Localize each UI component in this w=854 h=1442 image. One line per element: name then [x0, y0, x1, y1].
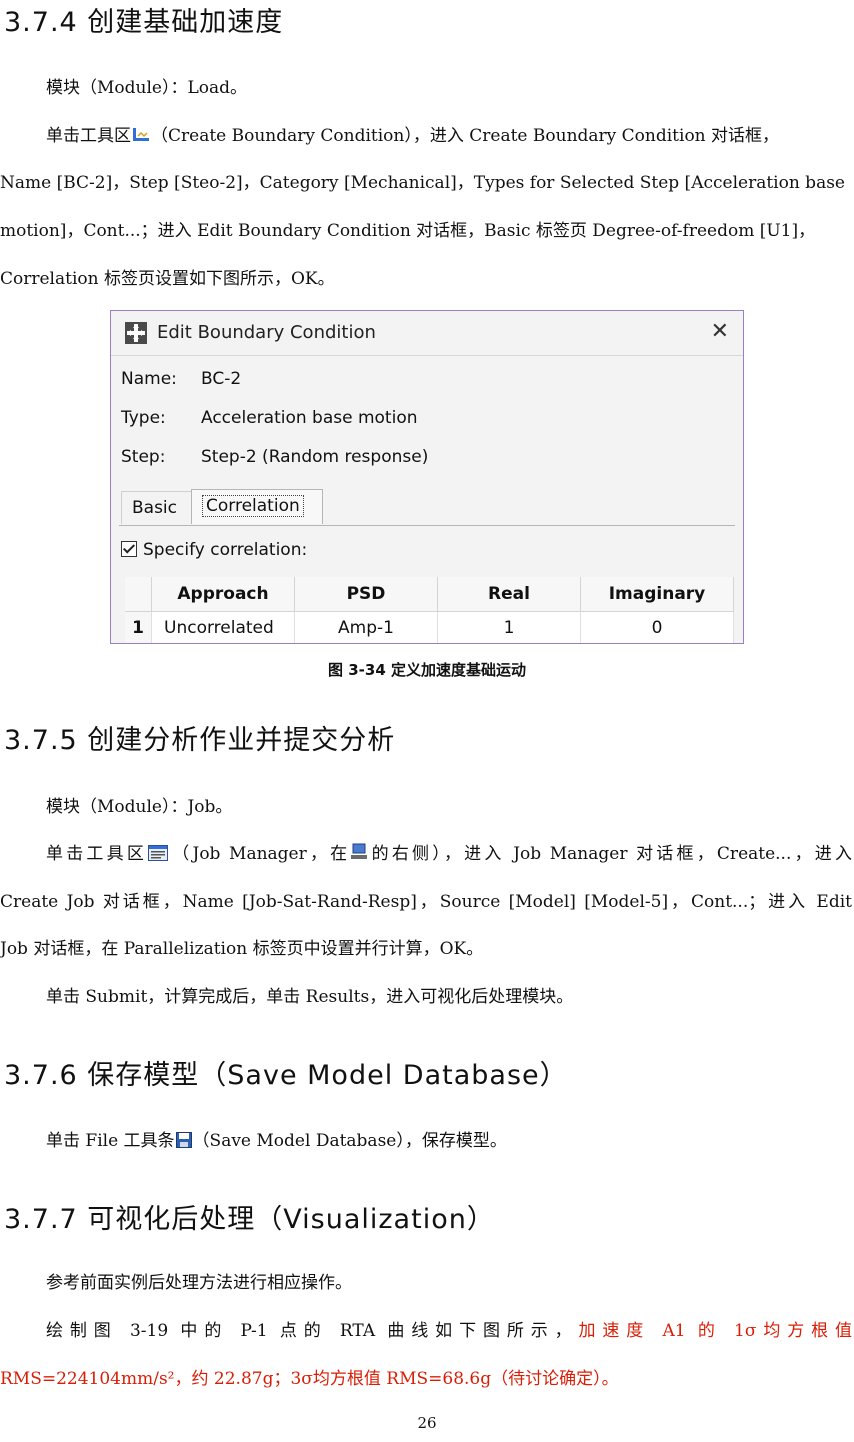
paragraph-line: Name [BC-2]，Step [Steo-2]，Category [Mech… [0, 173, 845, 193]
name-value: BC-2 [201, 369, 242, 389]
edit-boundary-condition-dialog: Edit Boundary Condition ✕ Name: BC-2 Type… [110, 310, 744, 644]
job-tool-icon [351, 843, 368, 868]
text-segment: （Job Manager，在 [169, 844, 351, 864]
paragraph-submit: 单击 Submit，计算完成后，单击 Results，进入可视化后处理模块。 [46, 987, 574, 1007]
dialog-title: Edit Boundary Condition [157, 322, 376, 343]
paragraph-job-manager: 单击工具区 （Job Manager，在 的右侧），进入 Job Manager 对… [0, 842, 852, 868]
paragraph-rta-curve: 绘制图 3-19 中的 P-1 点的 RTA 曲线如下图所示，加速度 A1 的 … [0, 1319, 852, 1343]
section-heading-3-7-4: 3.7.4 创建基础加速度 [4, 7, 284, 38]
figure-caption: 图 3-34 定义加速度基础运动 [328, 661, 526, 679]
dialog-titlebar[interactable]: Edit Boundary Condition ✕ [111, 311, 743, 356]
paragraph-line: Correlation 标签页设置如下图所示，OK。 [0, 269, 335, 289]
text-segment: （Create Boundary Condition），进入 Create Bo… [151, 126, 780, 146]
text-segment: （Save Model Database），保存模型。 [192, 1131, 507, 1151]
highlighted-text: 加速度 A1 的 1σ均方根值 [578, 1321, 852, 1341]
column-header-psd[interactable]: PSD [294, 577, 438, 612]
column-header-imaginary[interactable]: Imaginary [580, 577, 734, 612]
paragraph-line: Job 对话框，在 Parallelization 标签页中设置并行计算，OK。 [0, 939, 484, 959]
tab-basic[interactable]: Basic [121, 491, 191, 524]
type-row: Type: Acceleration base motion [121, 408, 418, 428]
paragraph-line: motion]，Cont...；进入 Edit Boundary Conditi… [0, 221, 816, 241]
paragraph-line: Create Job 对话框，Name [Job-Sat-Rand-Resp]，… [0, 892, 852, 912]
text-segment: 单击工具区 [46, 126, 131, 146]
correlation-table: Approach PSD Real Imaginary 1 Uncorrelat… [125, 577, 734, 643]
job-manager-icon [148, 844, 169, 868]
paragraph-module-load: 模块（Module）：Load。 [46, 78, 248, 98]
column-header-approach[interactable]: Approach [151, 577, 295, 612]
text-segment: 单击 File 工具条 [46, 1131, 175, 1151]
row-number-header [125, 577, 152, 612]
paragraph-module-job: 模块（Module）：Job。 [46, 797, 233, 817]
cell-approach[interactable]: Uncorrelated [151, 611, 295, 643]
paragraph-postprocess: 参考前面实例后处理方法进行相应操作。 [46, 1273, 352, 1293]
column-header-real[interactable]: Real [437, 577, 581, 612]
step-label: Step: [121, 447, 166, 467]
section-heading-3-7-5: 3.7.5 创建分析作业并提交分析 [4, 725, 396, 756]
table-row: 1 Uncorrelated Amp-1 1 0 [125, 611, 734, 643]
text-segment: 的右侧），进入 Job Manager 对话框，Create...，进入 [368, 844, 853, 864]
section-heading-3-7-7: 3.7.7 可视化后处理（Visualization） [4, 1204, 495, 1235]
step-row: Step: Step-2 (Random response) [121, 447, 428, 467]
highlighted-rms-line: RMS=224104mm/s²，约 22.87g；3σ均方根值 RMS=68.6… [0, 1369, 619, 1389]
cell-real[interactable]: 1 [437, 611, 581, 643]
name-row: Name: BC-2 [121, 369, 241, 389]
table-header-row: Approach PSD Real Imaginary [125, 577, 734, 612]
specify-correlation-checkbox[interactable]: Specify correlation: [121, 540, 307, 560]
type-label: Type: [121, 408, 166, 428]
name-label: Name: [121, 369, 177, 389]
save-icon [175, 1131, 192, 1155]
boundary-condition-tool-icon [132, 126, 150, 150]
checkbox-label: Specify correlation: [143, 540, 308, 560]
step-value: Step-2 (Random response) [201, 447, 429, 467]
section-heading-3-7-6: 3.7.6 保存模型（Save Model Database） [4, 1060, 568, 1091]
row-number: 1 [125, 611, 152, 643]
paragraph-save-model: 单击 File 工具条 （Save Model Database），保存模型。 [0, 1129, 852, 1155]
tab-correlation[interactable]: Correlation [191, 489, 323, 524]
text-segment: 单击工具区 [46, 844, 148, 864]
text-segment: 绘制图 3-19 中的 P-1 点的 RTA 曲线如下图所示， [46, 1321, 579, 1341]
cell-imaginary[interactable]: 0 [580, 611, 734, 643]
cell-psd[interactable]: Amp-1 [294, 611, 438, 643]
close-icon[interactable]: ✕ [711, 319, 729, 344]
paragraph-create-bc: 单击工具区 （Create Boundary Condition），进入 Crea… [0, 124, 852, 150]
app-icon [125, 322, 147, 348]
tab-correlation-label: Correlation [202, 495, 304, 517]
page-number: 26 [417, 1414, 437, 1432]
type-value: Acceleration base motion [201, 408, 418, 428]
checkbox-checked-icon [121, 541, 137, 557]
